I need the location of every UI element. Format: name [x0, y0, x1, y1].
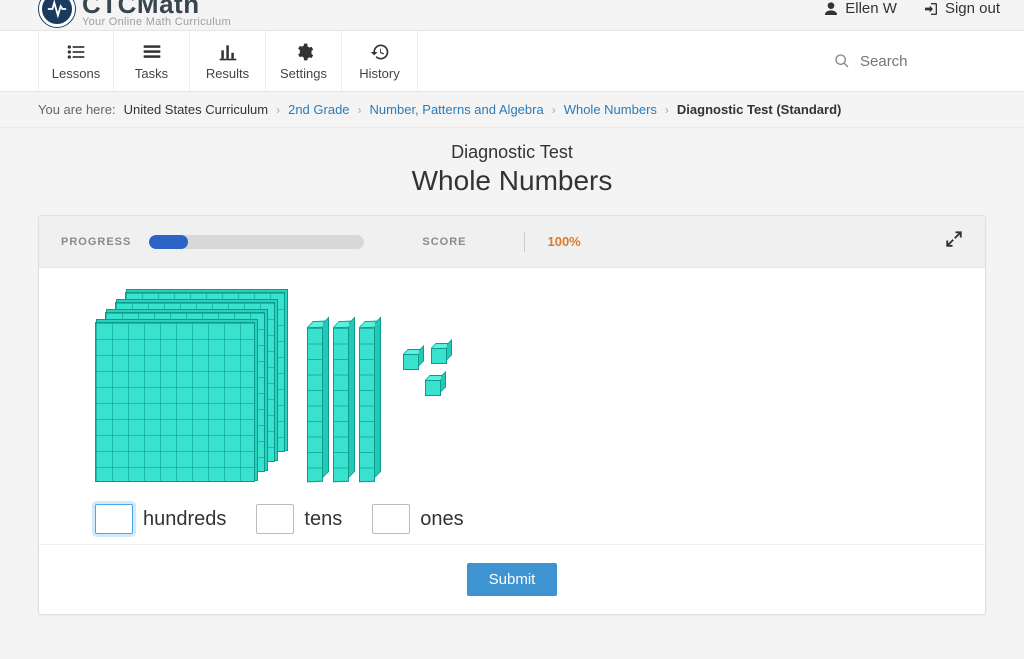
answer-row: hundreds tens ones	[95, 504, 929, 534]
page-subtitle: Diagnostic Test	[0, 142, 1024, 163]
tens-label: tens	[304, 508, 342, 531]
expand-button[interactable]	[945, 230, 963, 253]
chevron-right-icon: ›	[665, 103, 669, 117]
base-ten-blocks	[95, 292, 929, 482]
chevron-right-icon: ›	[552, 103, 556, 117]
ones-input[interactable]	[372, 504, 410, 534]
tens-blocks	[307, 327, 375, 482]
nav-label: Results	[206, 66, 249, 81]
ones-blocks	[403, 342, 463, 432]
progress-label: PROGRESS	[61, 236, 131, 248]
crumb-root: United States Curriculum	[124, 102, 269, 117]
ones-label: ones	[420, 508, 463, 531]
list-icon	[66, 42, 86, 62]
page-title: Whole Numbers	[0, 165, 1024, 197]
gear-icon	[294, 42, 314, 62]
breadcrumb: You are here: United States Curriculum ›…	[0, 92, 1024, 128]
search[interactable]	[834, 31, 1000, 91]
main-nav: Lessons Tasks Results Settings History	[0, 30, 1024, 92]
score-label: SCORE	[422, 236, 466, 248]
nav-label: History	[359, 66, 399, 81]
crumb-strand[interactable]: Number, Patterns and Algebra	[370, 102, 544, 117]
nav-label: Lessons	[52, 66, 100, 81]
nav-results[interactable]: Results	[190, 31, 266, 91]
hundreds-label: hundreds	[143, 508, 226, 531]
crumb-topic[interactable]: Whole Numbers	[564, 102, 657, 117]
question-card: PROGRESS SCORE 100%	[38, 215, 986, 615]
nav-tasks[interactable]: Tasks	[114, 31, 190, 91]
signout-icon	[923, 1, 939, 17]
submit-button[interactable]: Submit	[467, 563, 558, 596]
divider	[524, 232, 525, 252]
tasks-icon	[142, 42, 162, 62]
chevron-right-icon: ›	[358, 103, 362, 117]
nav-label: Settings	[280, 66, 327, 81]
crumb-current: Diagnostic Test (Standard)	[677, 102, 841, 117]
progress-bar	[149, 235, 364, 249]
search-icon	[834, 53, 850, 69]
search-input[interactable]	[860, 53, 1000, 70]
user-name: Ellen W	[845, 0, 897, 17]
brand-tagline: Your Online Math Curriculum	[82, 17, 231, 28]
signout-link[interactable]: Sign out	[923, 0, 1000, 17]
history-icon	[370, 42, 390, 62]
nav-history[interactable]: History	[342, 31, 418, 91]
question-body: hundreds tens ones	[39, 268, 985, 544]
nav-label: Tasks	[135, 66, 168, 81]
brand-title: CTCMath	[82, 0, 231, 17]
crumb-grade[interactable]: 2nd Grade	[288, 102, 349, 117]
progress-fill	[149, 235, 188, 249]
nav-lessons[interactable]: Lessons	[38, 31, 114, 91]
tens-input[interactable]	[256, 504, 294, 534]
user-link[interactable]: Ellen W	[823, 0, 897, 17]
hundreds-input[interactable]	[95, 504, 133, 534]
hundreds-blocks	[95, 292, 285, 482]
signout-label: Sign out	[945, 0, 1000, 17]
breadcrumb-label: You are here:	[38, 102, 116, 117]
chart-icon	[218, 42, 238, 62]
brand: CTCMath Your Online Math Curriculum	[38, 0, 231, 28]
user-icon	[823, 1, 839, 17]
brand-logo	[38, 0, 76, 28]
score-value: 100%	[547, 234, 580, 249]
chevron-right-icon: ›	[276, 103, 280, 117]
expand-icon	[945, 230, 963, 248]
nav-settings[interactable]: Settings	[266, 31, 342, 91]
